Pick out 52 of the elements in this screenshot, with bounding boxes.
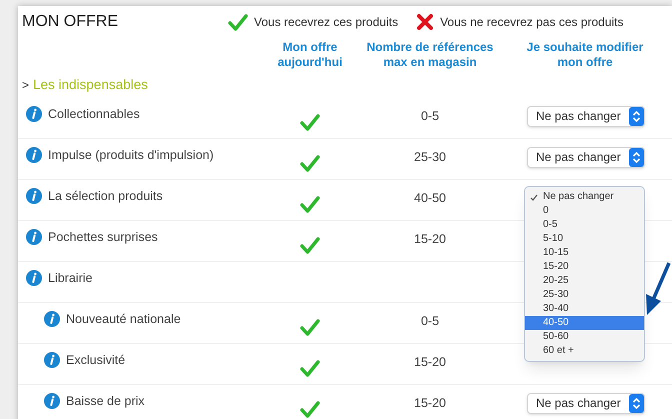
count-text: 0-5 [420,312,440,330]
select-dropdown[interactable]: Ne pas changer [527,106,645,126]
info-icon[interactable] [44,352,60,368]
cross-icon [416,13,434,31]
dropdown-option[interactable]: 10-15 [525,246,644,260]
info-icon[interactable] [26,229,42,245]
count-text: 15-20 [414,230,446,248]
select-dropdown[interactable]: Ne pas changer [527,146,645,168]
count-text: 15-20 [414,394,446,412]
row-label: Baisse de prix [66,392,145,410]
dropdown-option[interactable]: 15-20 [525,260,644,274]
info-icon[interactable] [26,188,42,204]
dropdown-option[interactable]: 0 [525,204,644,218]
info-icon[interactable] [44,393,60,409]
dropdown-option[interactable]: 25-30 [525,288,644,302]
stepper-icon [629,394,644,412]
row-label: Impulse (produits d'impulsion) [48,146,214,164]
count-text: 25-30 [414,148,446,166]
row-label: Nouveauté nationale [66,310,181,328]
dropdown-option[interactable]: 50-60 [525,330,644,344]
info-icon[interactable] [26,270,42,286]
dropdown-option[interactable]: 60 et + [525,344,644,358]
dropdown-option[interactable]: 5-10 [525,232,644,246]
stepper-icon [629,106,644,126]
info-icon[interactable] [44,311,60,327]
legend-label: Vous recevrez ces produits [254,14,398,31]
row-label: Collectionnables [48,106,140,123]
info-icon[interactable] [26,106,42,122]
count-text: 15-20 [414,354,446,371]
dropdown-option[interactable]: 40-50 [525,316,644,330]
row-label: Exclusivité [66,352,126,369]
dropdown-option[interactable]: Ne pas changer [525,190,644,204]
check-icon [228,14,248,30]
info-icon[interactable] [26,147,42,163]
legend-label: Vous ne recevrez pas ces produits [440,14,624,31]
row-label: Librairie [48,270,92,287]
count-text: 40-50 [414,190,446,207]
column-header: Je souhaite modifier mon offre [526,40,644,70]
column-header: Nombre de références max en magasin [366,40,494,70]
row-label: La sélection produits [48,188,163,205]
dropdown-option[interactable]: 20-25 [525,274,644,288]
column-header: Mon offre aujourd'hui [276,40,344,70]
tick-icon [530,194,538,200]
dropdown-option[interactable]: 30-40 [525,302,644,316]
page-title: MON OFFRE [21,12,119,32]
stepper-icon [629,148,644,166]
pointer-arrow [646,262,671,316]
dropdown-option[interactable]: 0-5 [525,218,644,232]
row-label: Pochettes surprises [48,228,158,246]
select-dropdown[interactable]: Ne pas changer [527,392,645,414]
count-text: 0-5 [420,108,440,125]
section-marker: > [22,77,30,94]
